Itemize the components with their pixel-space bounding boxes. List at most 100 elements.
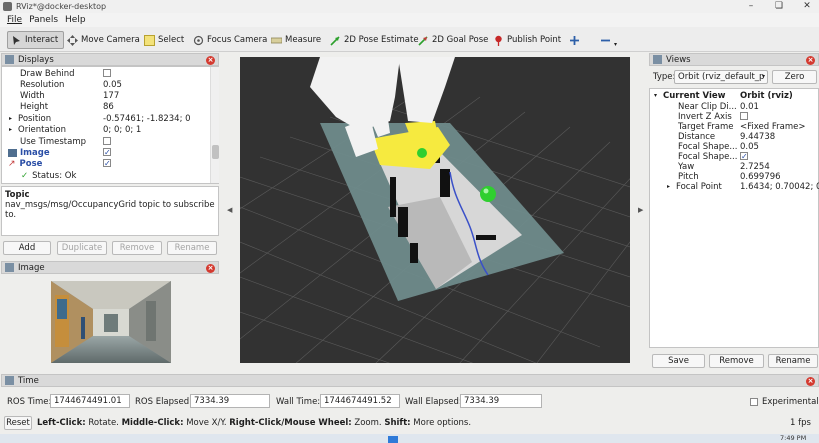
goal-pose-arrow-icon (418, 35, 429, 46)
dropdown-arrow-icon: ▾ (614, 41, 618, 48)
close-window-button[interactable]: ✕ (796, 0, 818, 13)
add-display-button[interactable]: Add (3, 241, 51, 255)
select-tool-button[interactable]: Select (141, 31, 184, 49)
display-row-height[interactable]: Height (20, 101, 48, 112)
windows-start-icon[interactable] (388, 436, 398, 443)
expand-arrow-icon: ▸ (667, 183, 671, 190)
select-icon (144, 34, 155, 46)
duplicate-display-button[interactable]: Duplicate (57, 241, 107, 255)
maximize-button[interactable]: ❏ (768, 0, 790, 13)
display-row-width[interactable]: Width (20, 90, 45, 101)
use-timestamp-checkbox[interactable] (103, 137, 111, 145)
remove-display-button[interactable]: Remove (112, 241, 162, 255)
focal-shape-size-value[interactable]: 0.05 (740, 141, 759, 152)
fps-readout: 1 fps (790, 418, 811, 428)
position-value[interactable]: -0.57461; -1.8234; 0 (103, 113, 191, 124)
save-view-button[interactable]: Save (652, 354, 705, 368)
rename-display-button[interactable]: Rename (167, 241, 217, 255)
rviz-app-icon (3, 2, 12, 11)
publish-point-tool-button[interactable]: Publish Point (490, 31, 561, 49)
interact-tool-button[interactable]: Interact (7, 31, 64, 49)
description-text: nav_msgs/msg/OccupancyGrid topic to subs… (5, 200, 215, 220)
invert-z-checkbox[interactable] (740, 112, 748, 120)
zero-view-button[interactable]: Zero (772, 70, 817, 84)
focus-camera-icon (193, 35, 204, 46)
time-panel-header: Time × (1, 374, 819, 387)
width-value[interactable]: 177 (103, 90, 119, 101)
image-panel-header: Image × (1, 261, 219, 274)
pose-estimate-label: 2D Pose Estimate (344, 35, 419, 45)
draw-behind-checkbox[interactable] (103, 69, 111, 77)
select-label: Select (158, 35, 185, 45)
publish-point-label: Publish Point (507, 35, 562, 45)
menu-file[interactable]: File (7, 15, 22, 25)
displays-description-box: Topic nav_msgs/msg/OccupancyGrid topic t… (1, 186, 219, 236)
goal-pose-tool-button[interactable]: 2D Goal Pose (415, 31, 488, 49)
display-row-pose[interactable]: ↗ Pose (8, 158, 42, 169)
displays-panel-header: Displays × (1, 53, 219, 66)
focus-camera-tool-button[interactable]: Focus Camera (190, 31, 267, 49)
resolution-value[interactable]: 0.05 (103, 79, 122, 90)
displays-close-icon[interactable]: × (206, 56, 215, 65)
focal-point-row[interactable]: ▸ Focal Point (667, 181, 722, 192)
experimental-checkbox[interactable] (750, 398, 758, 406)
remove-view-button[interactable]: Remove (709, 354, 764, 368)
window-titlebar: RViz*@docker-desktop – ❏ ✕ (0, 0, 819, 13)
display-row-status: ✓ Status: Ok (21, 170, 77, 181)
rename-view-button[interactable]: Rename (768, 354, 818, 368)
height-value[interactable]: 86 (103, 101, 114, 112)
remove-tool-button[interactable]: ▾ (597, 31, 617, 49)
wall-elapsed-field[interactable]: 7334.39 (460, 394, 542, 408)
window-title: RViz*@docker-desktop (16, 2, 107, 11)
focal-point-value[interactable]: 1.6434; 0.70042; 0... (740, 181, 819, 192)
display-row-resolution[interactable]: Resolution (20, 79, 64, 90)
display-row-draw-behind[interactable]: Draw Behind (20, 68, 75, 79)
view-type-select[interactable]: Orbit (rviz_default_p ▾ (674, 70, 768, 84)
menu-panels[interactable]: Panels (29, 15, 58, 25)
image-display-checkbox[interactable]: ✓ (103, 148, 111, 157)
wall-elapsed-label: Wall Elapsed: (405, 397, 462, 407)
wall-time-label: Wall Time: (276, 397, 321, 407)
time-close-icon[interactable]: × (806, 377, 815, 386)
pose-display-checkbox[interactable]: ✓ (103, 159, 111, 168)
expand-arrow-icon: ▸ (9, 115, 13, 122)
current-view-row[interactable]: ▾ Current View (654, 90, 726, 101)
displays-scrollbar[interactable] (210, 67, 219, 183)
publish-point-pin-icon (493, 35, 504, 46)
display-row-use-timestamp[interactable]: Use Timestamp (20, 136, 86, 147)
right-dock-collapse-icon[interactable]: ▶ (638, 206, 643, 214)
display-row-orientation[interactable]: ▸ Orientation (9, 124, 66, 135)
views-close-icon[interactable]: × (806, 56, 815, 65)
add-tool-button[interactable] (566, 31, 583, 49)
reset-button[interactable]: Reset (4, 416, 32, 430)
mouse-help-text: Left-Click: Rotate. Middle-Click: Move X… (37, 418, 472, 428)
near-clip-value[interactable]: 0.01 (740, 101, 759, 112)
os-taskbar: 7:49 PM (0, 434, 819, 443)
minimize-button[interactable]: – (740, 0, 762, 13)
status-ok-check-icon: ✓ (21, 170, 29, 181)
image-display-icon (8, 148, 17, 157)
3d-scene (240, 57, 630, 363)
ros-elapsed-label: ROS Elapsed: (135, 397, 192, 407)
display-row-position[interactable]: ▸ Position (9, 113, 51, 124)
green-goal-marker (480, 186, 496, 202)
current-view-value[interactable]: Orbit (rviz) (740, 90, 793, 101)
orientation-value[interactable]: 0; 0; 0; 1 (103, 124, 141, 135)
menu-help[interactable]: Help (65, 15, 86, 25)
displays-panel-title: Displays (18, 54, 54, 65)
3d-render-viewport[interactable] (240, 57, 630, 363)
pose-estimate-tool-button[interactable]: 2D Pose Estimate (327, 31, 419, 49)
views-panel-title: Views (666, 54, 691, 65)
pose-estimate-arrow-icon (330, 35, 341, 46)
move-camera-tool-button[interactable]: Move Camera (64, 31, 140, 49)
image-panel-close-icon[interactable]: × (206, 264, 215, 273)
ros-time-field[interactable]: 1744674491.01 (50, 394, 130, 408)
wall-time-field[interactable]: 1744674491.52 (320, 394, 400, 408)
left-dock-collapse-icon[interactable]: ◀ (227, 206, 232, 214)
focal-shape-fixed-checkbox[interactable]: ✓ (740, 152, 748, 161)
display-row-image[interactable]: Image (8, 147, 50, 158)
move-camera-label: Move Camera (81, 35, 140, 45)
ros-elapsed-field[interactable]: 7334.39 (190, 394, 270, 408)
time-panel-title: Time (18, 375, 39, 386)
measure-tool-button[interactable]: Measure (268, 31, 321, 49)
